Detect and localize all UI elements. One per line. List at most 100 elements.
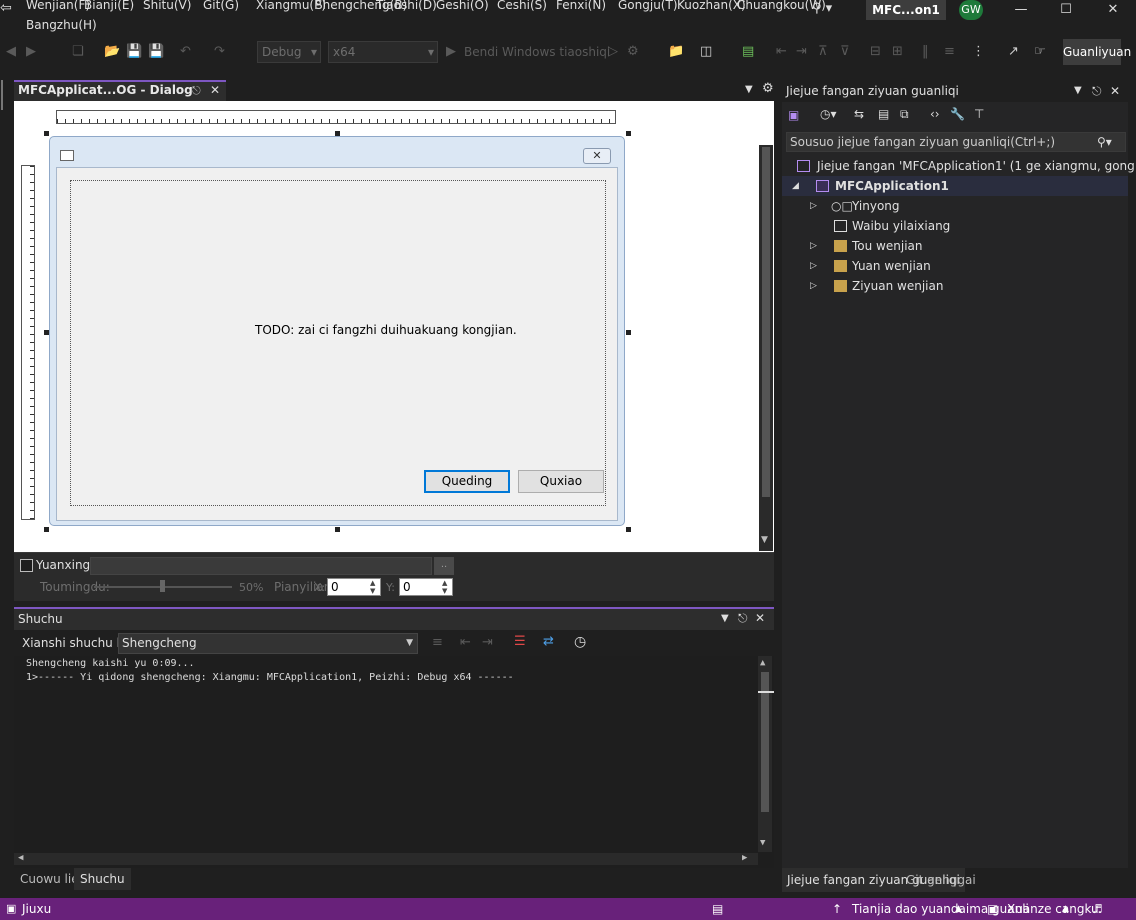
layout-icon[interactable]: ◫	[700, 42, 712, 62]
new-project-icon[interactable]: ❏	[72, 42, 84, 62]
scroll-right-icon[interactable]: ▶	[742, 853, 747, 863]
code-view-icon[interactable]: ‹›	[930, 107, 940, 121]
horizontal-ruler[interactable]	[56, 110, 616, 124]
word-wrap-icon[interactable]: ⇄	[543, 634, 554, 649]
preview-selected-icon[interactable]: ⊤	[974, 107, 984, 121]
tree-item-external-deps[interactable]: Waibu yilaixiang	[782, 216, 1128, 236]
prev-message-icon[interactable]: ⇤	[460, 635, 471, 650]
notification-bell-icon[interactable]: ♬	[1092, 898, 1103, 920]
tree-item-source-files[interactable]: ▷ Yuan wenjian	[782, 256, 1128, 276]
add-to-source-control-button[interactable]: Tianjia dao yuandaima guanli	[852, 898, 1029, 920]
tab-list-icon[interactable]: ▼	[745, 84, 753, 95]
select-repository-button[interactable]: Xuanze cangku	[1007, 898, 1099, 920]
forward-icon[interactable]: ▶	[26, 42, 36, 62]
output-vertical-scrollbar[interactable]: ▲ ▼	[758, 656, 774, 852]
test-dialog-icon[interactable]: ▤	[742, 42, 754, 62]
scrollbar-thumb[interactable]	[761, 672, 769, 812]
menu-file[interactable]: Wenjian(F)	[26, 0, 90, 12]
notification-list-icon[interactable]: ▤	[712, 898, 723, 920]
scrollbar-thumb[interactable]	[762, 147, 770, 497]
menu-debug[interactable]: Tiaoshi(D)	[376, 0, 437, 12]
menu-extensions[interactable]: Kuozhan(X)	[677, 0, 746, 12]
tab-settings-gear-icon[interactable]: ⚙	[762, 81, 774, 96]
space-down-icon[interactable]: ≡	[944, 42, 955, 62]
pin-icon[interactable]: ⎋	[192, 84, 201, 98]
resize-handle-bottom-right[interactable]	[626, 527, 631, 532]
center-horizontal-icon[interactable]: ⊞	[892, 42, 903, 62]
output-text-area[interactable]: Shengcheng kaishi yu 0:09... 1>------ Yi…	[14, 656, 774, 868]
opacity-slider-thumb[interactable]	[160, 580, 165, 592]
feedback-icon[interactable]: ☞	[1034, 42, 1046, 62]
toolbar-overflow-icon[interactable]: ⋮	[972, 42, 985, 62]
collapse-all-icon[interactable]: ▤	[878, 107, 889, 121]
scroll-left-icon[interactable]: ◀	[18, 853, 23, 863]
resize-handle-bottom[interactable]	[335, 527, 340, 532]
solution-search-input[interactable]: Sousuo jiejue fangan ziyuan guanliqi(Ctr…	[786, 132, 1126, 152]
toolbox-strip[interactable]	[0, 78, 13, 898]
browse-button[interactable]: ..	[434, 557, 454, 575]
output-horizontal-scrollbar[interactable]: ◀ ▶	[14, 853, 758, 865]
align-right-icon[interactable]: ⇥	[796, 42, 807, 62]
panel-pin-icon[interactable]: ⎋	[1092, 80, 1102, 102]
tab-output[interactable]: Shuchu	[74, 868, 131, 890]
maximize-icon[interactable]: ☐	[1049, 0, 1083, 20]
redo-icon[interactable]: ↷	[214, 42, 225, 62]
menu-format[interactable]: Geshi(O)	[436, 0, 489, 12]
prototype-path-input[interactable]	[90, 557, 432, 575]
config-select[interactable]: Debug ▾	[257, 41, 321, 63]
go-to-line-icon[interactable]: ≡	[432, 635, 443, 650]
panel-options-icon[interactable]: ▼	[1074, 80, 1082, 102]
scroll-up-icon[interactable]: ▲	[760, 658, 765, 668]
collapse-chevron-icon[interactable]: ▷	[810, 196, 817, 216]
align-top-icon[interactable]: ⊼	[818, 42, 828, 62]
save-all-icon[interactable]: 💾	[148, 42, 164, 62]
dialog-preview[interactable]: ✕ TODO: zai ci fangzhi duihuakuang kongj…	[49, 136, 625, 526]
collapse-chevron-icon[interactable]: ▷	[810, 276, 817, 296]
output-source-select[interactable]: Shengcheng ▼	[118, 633, 418, 654]
resize-handle-bottom-left[interactable]	[44, 527, 49, 532]
resize-handle-right[interactable]	[626, 330, 631, 335]
tab-git-changes[interactable]: Git genggai	[906, 868, 976, 892]
next-message-icon[interactable]: ⇥	[482, 635, 493, 650]
admin-button[interactable]: Guanliyuan	[1063, 39, 1131, 65]
offset-y-spinner-icon[interactable]: ▲ ▼	[442, 579, 447, 595]
show-all-files-icon[interactable]: ⧉	[900, 107, 909, 122]
pending-changes-filter-icon[interactable]: ◷▾	[820, 107, 837, 121]
collapse-chevron-icon[interactable]: ▷	[810, 256, 817, 276]
properties-wrench-icon[interactable]: 🔧	[950, 107, 965, 121]
scroll-down-icon[interactable]: ▼	[760, 838, 765, 848]
start-debug-button[interactable]: Bendi Windows tiaoshiqi	[464, 42, 610, 62]
visual-studio-logo-icon[interactable]: ⇦	[0, 0, 14, 18]
menu-tools[interactable]: Gongju(T)	[618, 0, 678, 12]
dialog-close-icon[interactable]: ✕	[583, 148, 611, 164]
dialog-designer-surface[interactable]: ✕ TODO: zai ci fangzhi duihuakuang kongj…	[14, 101, 774, 601]
start-without-debug-icon[interactable]: ▷	[608, 42, 618, 62]
hot-reload-icon[interactable]: ⚙	[627, 42, 639, 62]
menu-view[interactable]: Shitu(V)	[143, 0, 191, 12]
vertical-ruler[interactable]	[21, 165, 35, 520]
panel-close-icon[interactable]: ✕	[1110, 80, 1120, 102]
offset-x-spinner-icon[interactable]: ▲ ▼	[370, 579, 375, 595]
clear-all-icon[interactable]: ☰	[514, 634, 526, 649]
align-left-icon[interactable]: ⇤	[776, 42, 787, 62]
switch-views-icon[interactable]: ▣	[788, 108, 799, 122]
timestamp-clock-icon[interactable]: ◷	[574, 634, 586, 650]
todo-static-text[interactable]: TODO: zai ci fangzhi duihuakuang kongjia…	[255, 323, 517, 337]
resize-handle-top-left[interactable]	[44, 131, 49, 136]
live-share-icon[interactable]: ↗	[1008, 42, 1019, 62]
close-icon[interactable]: ✕	[1096, 0, 1130, 20]
document-tab[interactable]: MFCApplicat...OG - Dialog ⎋ ✕	[14, 80, 226, 101]
expand-chevron-icon[interactable]: ◢	[792, 176, 799, 196]
tab-close-icon[interactable]: ✕	[210, 83, 220, 97]
toolbox-tab[interactable]	[1, 80, 11, 110]
dialog-client-area[interactable]: TODO: zai ci fangzhi duihuakuang kongjia…	[56, 167, 618, 521]
menu-help[interactable]: Bangzhu(H)	[26, 18, 97, 32]
search-icon[interactable]: ⚲▾	[1097, 133, 1112, 151]
tree-item-resource-files[interactable]: ▷ Ziyuan wenjian	[782, 276, 1128, 296]
panel-options-icon[interactable]: ▼	[721, 613, 729, 624]
search-icon[interactable]: ⚲ ▾	[812, 0, 852, 19]
save-icon[interactable]: 💾	[126, 42, 142, 62]
ok-button[interactable]: Queding	[424, 470, 510, 493]
folder-icon[interactable]: 📁	[668, 42, 684, 62]
menu-git[interactable]: Git(G)	[203, 0, 239, 12]
